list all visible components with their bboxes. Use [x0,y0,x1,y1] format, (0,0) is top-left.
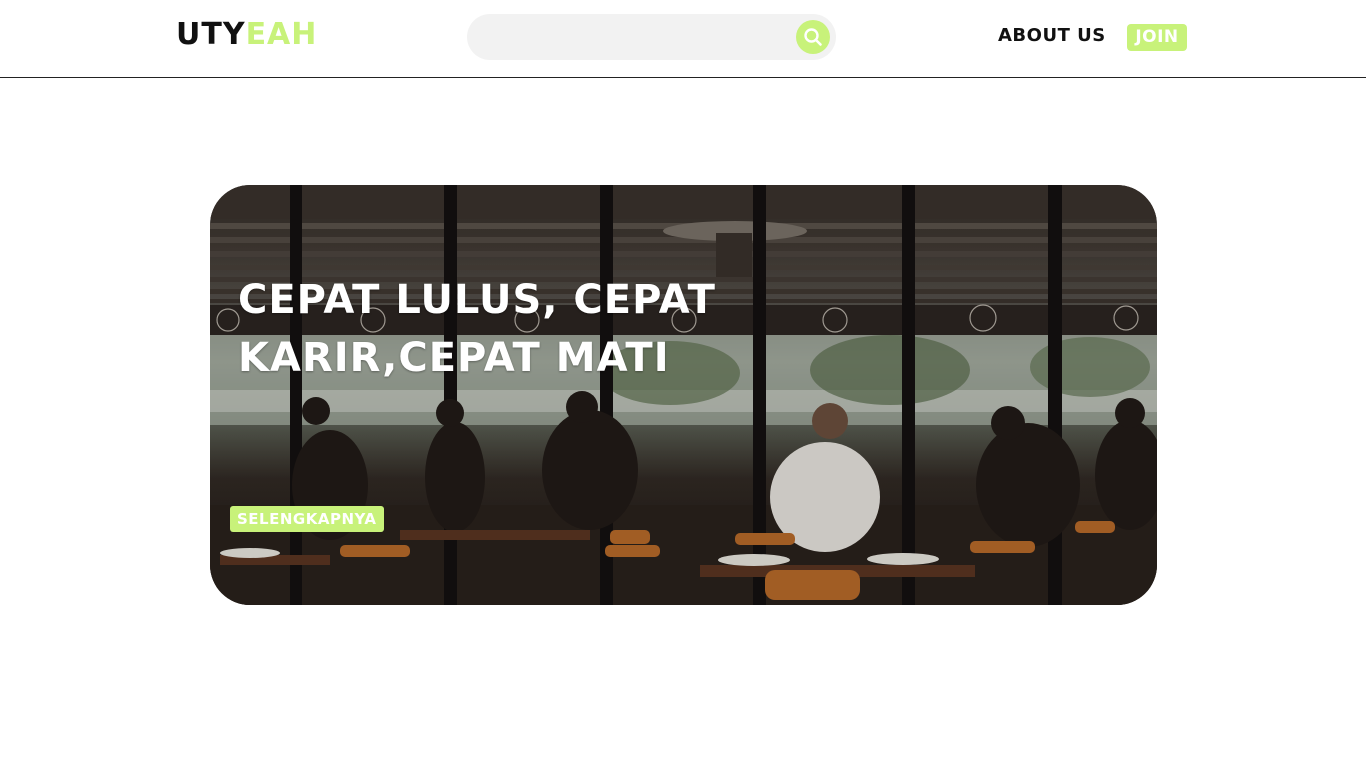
logo-text-eah: EAH [245,17,318,52]
site-header: UTYEAH ABOUT US JOIN [0,0,1366,78]
search-button[interactable] [796,20,830,54]
restaurant-photo [210,185,1157,605]
read-more-button[interactable]: SELENGKAPNYA [230,506,384,532]
site-logo[interactable]: UTYEAH [176,16,317,54]
logo-text-uty: UTY [176,17,246,52]
search-input[interactable] [485,22,785,52]
join-button[interactable]: JOIN [1127,24,1187,51]
hero-title: CEPAT LULUS, CEPAT KARIR,CEPAT MATI [238,277,716,381]
nav-about-us-link[interactable]: ABOUT US [998,24,1106,48]
hero-banner: CEPAT LULUS, CEPAT KARIR,CEPAT MATI SELE… [210,185,1157,605]
search-icon [804,28,822,46]
search-bar [467,14,836,60]
